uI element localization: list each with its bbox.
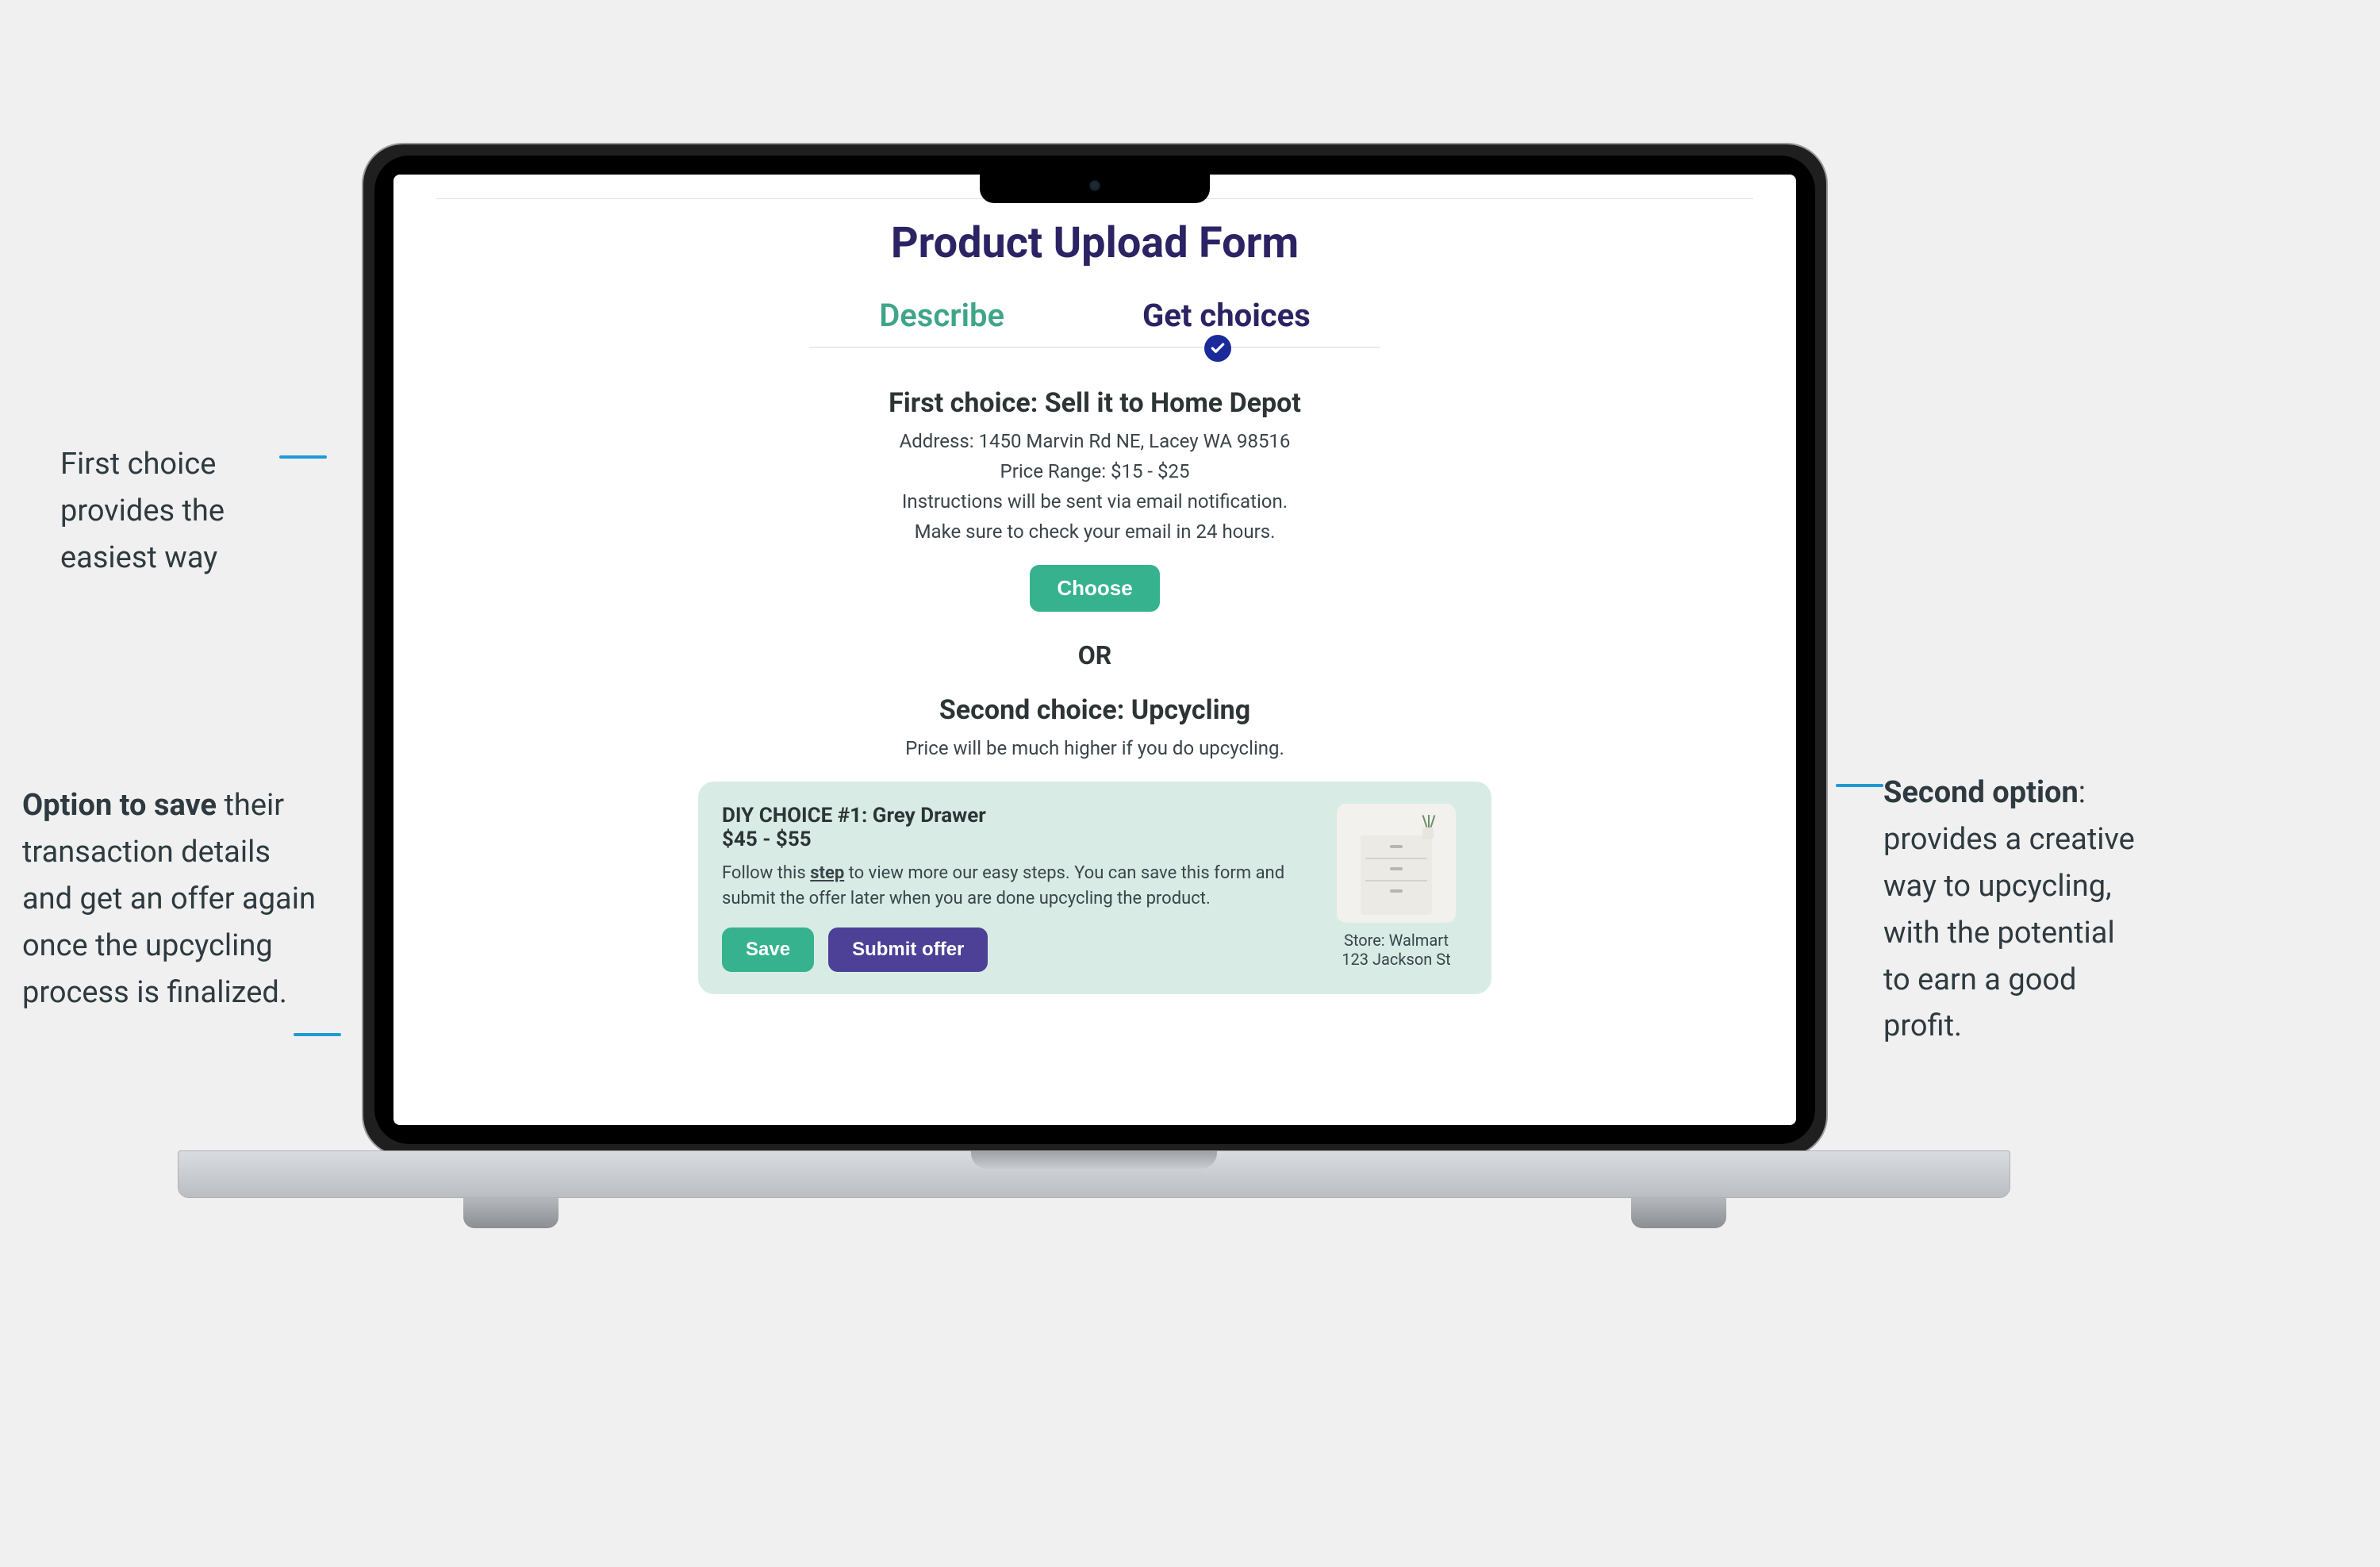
checkmark-icon [1204, 335, 1231, 362]
diy-heading: DIY CHOICE #1: Grey Drawer [722, 804, 1301, 828]
step-link[interactable]: step [810, 863, 844, 883]
second-choice-title: Second choice: Upcycling [436, 694, 1753, 726]
plant-icon [1419, 815, 1437, 839]
annotation-text: : provides a creative way to upcycling, … [1883, 775, 2135, 1043]
form-tabs: Describe Get choices [809, 292, 1380, 348]
upload-form-page: Product Upload Form Describe Get choices… [393, 175, 1796, 1026]
diy-price: $45 - $55 [722, 828, 1301, 851]
diy-store-address: 123 Jackson St [1325, 950, 1468, 969]
annotation-bold: Option to save [22, 788, 217, 823]
laptop-mockup: Product Upload Form Describe Get choices… [362, 143, 1828, 1269]
annotation-save-option: Option to save their transaction details… [22, 782, 316, 1016]
diy-store-panel: Store: Walmart 123 Jackson St [1325, 804, 1468, 972]
annotation-bold: Second option [1883, 775, 2079, 810]
first-choice-instructions: Instructions will be sent via email noti… [436, 490, 1753, 513]
callout-line-icon [1836, 784, 1883, 787]
save-button[interactable]: Save [722, 928, 814, 972]
page-title: Product Upload Form [436, 218, 1753, 268]
second-choice-section: Second choice: Upcycling Price will be m… [436, 694, 1753, 759]
screen: Product Upload Form Describe Get choices… [393, 175, 1796, 1125]
annotation-second-option: Second option: provides a creative way t… [1883, 770, 2145, 1050]
diy-store-name: Store: Walmart [1325, 931, 1468, 950]
annotation-first-choice: First choice provides the easiest way [60, 441, 314, 582]
callout-line-icon [294, 1033, 341, 1036]
second-choice-subtitle: Price will be much higher if you do upcy… [436, 737, 1753, 759]
camera-icon [1089, 180, 1100, 191]
laptop-foot-left [463, 1198, 559, 1228]
laptop-bezel: Product Upload Form Describe Get choices… [374, 156, 1815, 1144]
first-choice-section: First choice: Sell it to Home Depot Addr… [436, 387, 1753, 612]
tab-get-choices[interactable]: Get choices [1141, 292, 1312, 339]
diy-info: DIY CHOICE #1: Grey Drawer $45 - $55 Fol… [722, 804, 1301, 972]
first-choice-address: Address: 1450 Marvin Rd NE, Lacey WA 985… [436, 430, 1753, 452]
or-separator: OR [436, 640, 1753, 670]
submit-offer-button[interactable]: Submit offer [828, 928, 988, 972]
tab-describe[interactable]: Describe [877, 292, 1006, 339]
product-image [1337, 804, 1456, 923]
laptop-foot-right [1631, 1198, 1726, 1228]
first-choice-instructions-2: Make sure to check your email in 24 hour… [436, 520, 1753, 543]
diy-card: DIY CHOICE #1: Grey Drawer $45 - $55 Fol… [698, 782, 1491, 994]
laptop-notch [980, 168, 1210, 203]
first-choice-title: First choice: Sell it to Home Depot [436, 387, 1753, 419]
drawer-icon [1361, 835, 1432, 915]
callout-line-icon [279, 455, 327, 459]
first-choice-price: Price Range: $15 - $25 [436, 460, 1753, 482]
diy-button-row: Save Submit offer [722, 928, 1301, 972]
laptop-base [178, 1150, 2010, 1198]
diy-description: Follow this step to view more our easy s… [722, 861, 1301, 912]
diy-desc-pre: Follow this [722, 863, 810, 883]
choose-button[interactable]: Choose [1030, 565, 1159, 612]
annotation-text: First choice provides the easiest way [60, 447, 225, 575]
